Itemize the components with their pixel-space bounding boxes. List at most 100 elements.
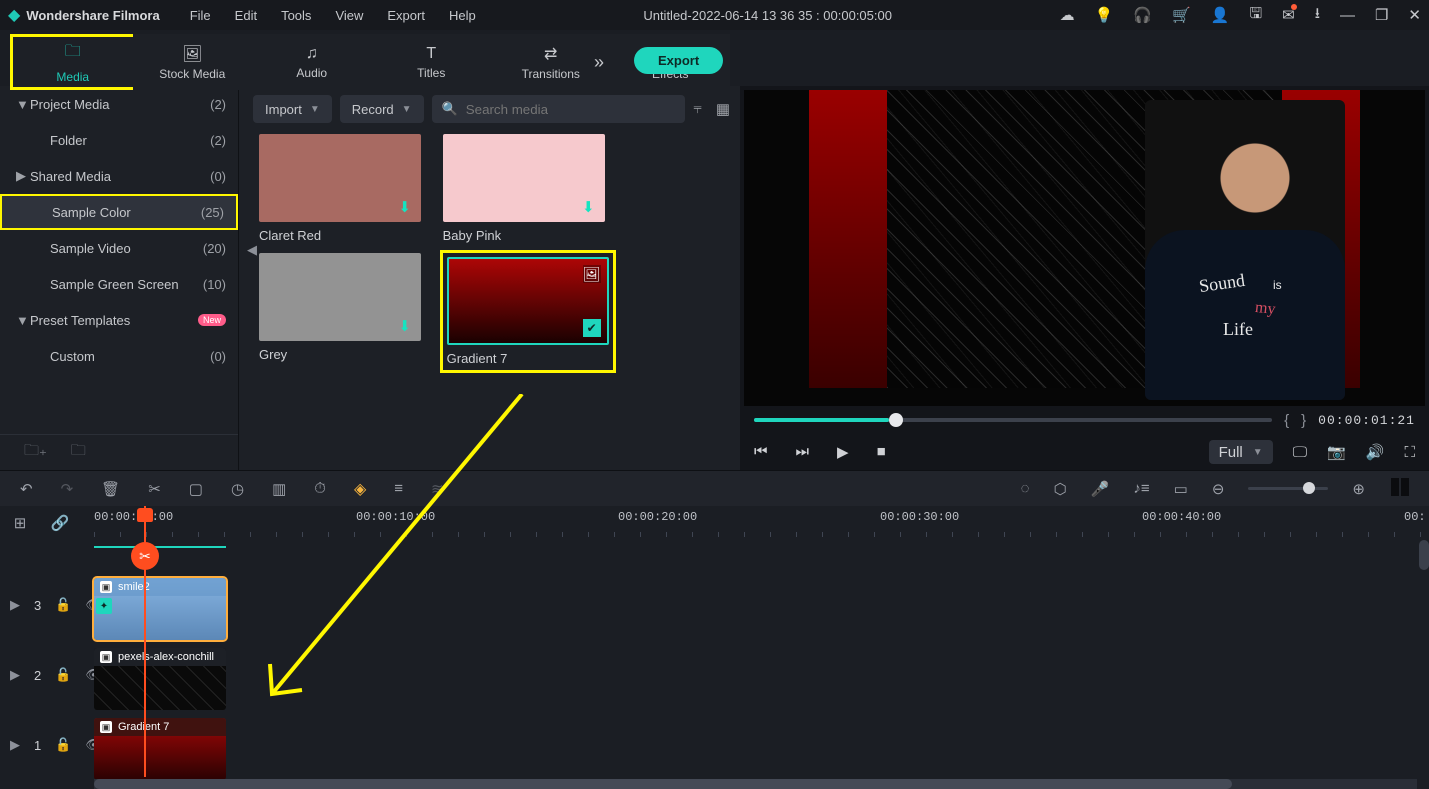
adjust-icon[interactable]: ≡ (394, 480, 403, 497)
mark-out-icon[interactable]: } (1301, 412, 1306, 429)
timeline-hscroll[interactable] (94, 779, 1417, 789)
export-button[interactable]: Export (634, 47, 723, 74)
download-icon[interactable]: ⬇ (398, 317, 411, 335)
volume-icon[interactable]: 🔊 (1366, 443, 1385, 461)
zoom-handle[interactable] (1303, 482, 1315, 494)
clip-gradient-7[interactable]: ▣ Gradient 7 (94, 718, 226, 780)
snap-icon[interactable]: ▭ (1174, 480, 1188, 498)
mark-in-icon[interactable]: { (1284, 412, 1289, 429)
lock-icon[interactable]: 🔓 (55, 737, 71, 753)
playhead[interactable]: ✂ (144, 506, 146, 777)
message-icon[interactable]: ✉ (1282, 6, 1295, 24)
audio-wave-icon[interactable]: ≋ (431, 480, 444, 498)
fullscreen-icon[interactable]: ⛶ (1404, 444, 1415, 461)
zoom-slider[interactable] (1248, 487, 1328, 490)
open-folder-icon[interactable]: 🗀 (71, 440, 86, 465)
fit-timeline-icon[interactable] (1389, 478, 1409, 500)
thumb-grey[interactable]: ⬇ Grey (259, 253, 421, 362)
split-icon[interactable]: ✂ (148, 480, 161, 498)
link-icon[interactable]: 🔗 (40, 514, 80, 532)
tree-folder[interactable]: Folder (2) (0, 122, 238, 158)
quality-label: Full (1219, 444, 1243, 461)
tab-stock-media[interactable]: 🖼 Stock Media (133, 34, 253, 90)
add-track-icon[interactable]: ⊞ (0, 514, 40, 532)
menu-edit[interactable]: Edit (235, 8, 257, 23)
window-maximize-icon[interactable]: ❐ (1375, 6, 1388, 24)
timeline-vscroll[interactable] (1419, 540, 1429, 570)
scrub-bar[interactable] (754, 418, 1272, 422)
tree-preset-templates[interactable]: ▼ Preset Templates New (0, 302, 238, 338)
grid-view-icon[interactable]: ▦ (716, 100, 730, 118)
thumb-claret-red[interactable]: ⬇ Claret Red (259, 134, 421, 243)
expand-icon[interactable]: » (594, 52, 604, 73)
search-media[interactable]: 🔍 (432, 95, 686, 123)
ruler-label: 00: (1404, 510, 1426, 524)
back-icon[interactable]: ◀ (247, 242, 257, 258)
stop-icon[interactable]: ■ (877, 443, 886, 461)
tree-custom[interactable]: Custom (0) (0, 338, 238, 374)
cloud-icon[interactable]: ☁ (1060, 6, 1075, 24)
tree-count: (0) (210, 169, 226, 184)
scrollbar-thumb[interactable] (94, 779, 1232, 789)
prev-frame-icon[interactable]: ⏮ (754, 443, 768, 461)
delete-icon[interactable]: 🗑 (101, 480, 120, 498)
download-icon[interactable]: ⭳ (1315, 3, 1320, 28)
zoom-in-icon[interactable]: ⊕ (1352, 480, 1365, 498)
preview-canvas[interactable]: Sound is my Life (744, 90, 1425, 406)
search-input[interactable] (466, 102, 676, 117)
tab-transitions[interactable]: ⇄ Transitions (491, 34, 611, 90)
window-minimize-icon[interactable]: — (1340, 7, 1355, 24)
duration-icon[interactable]: ⏱ (314, 480, 326, 497)
clip-smile2[interactable]: ▣ smile2 ✦ (94, 578, 226, 640)
voiceover-icon[interactable]: 🎤 (1091, 480, 1110, 498)
tree-project-media[interactable]: ▼ Project Media (2) (0, 86, 238, 122)
save-icon[interactable]: 🖫 (1249, 3, 1262, 28)
marker-icon[interactable]: ⬡ (1054, 480, 1067, 498)
time-ruler[interactable]: 00:00:00:00 00:00:10:00 00:00:20:00 00:0… (94, 512, 1429, 540)
new-folder-icon[interactable]: 🗀₊ (24, 440, 47, 465)
scrub-handle[interactable] (889, 413, 903, 427)
window-close-icon[interactable]: ✕ (1408, 6, 1421, 24)
zoom-out-icon[interactable]: ⊖ (1212, 480, 1225, 498)
tab-audio[interactable]: ♫ Audio (252, 34, 372, 90)
undo-icon[interactable]: ↶ (20, 480, 33, 498)
play-icon[interactable]: ▶ (837, 443, 849, 461)
lock-icon[interactable]: 🔓 (55, 597, 71, 613)
scissors-icon[interactable]: ✂ (131, 542, 159, 570)
bulb-icon[interactable]: 💡 (1095, 6, 1114, 24)
snapshot-icon[interactable]: 📷 (1327, 443, 1346, 461)
quality-select[interactable]: Full ▼ (1209, 440, 1273, 464)
support-icon[interactable]: 🎧 (1133, 6, 1152, 24)
menu-view[interactable]: View (335, 8, 363, 23)
tree-shared-media[interactable]: ▶ Shared Media (0) (0, 158, 238, 194)
tab-titles[interactable]: T Titles (372, 34, 492, 90)
download-icon[interactable]: ⬇ (582, 198, 595, 216)
clip-pexels[interactable]: ▣ pexels-alex-conchill (94, 648, 226, 710)
import-button[interactable]: Import ▼ (253, 95, 332, 123)
tree-sample-green-screen[interactable]: Sample Green Screen (10) (0, 266, 238, 302)
menu-help[interactable]: Help (449, 8, 476, 23)
user-icon[interactable]: 👤 (1211, 6, 1230, 24)
cart-icon[interactable]: 🛒 (1172, 6, 1191, 24)
menu-export[interactable]: Export (387, 8, 425, 23)
record-button[interactable]: Record ▼ (340, 95, 424, 123)
redo-icon[interactable]: ↷ (61, 480, 74, 498)
thumb-gradient-7[interactable]: 🖼 ✔ Gradient 7 (443, 253, 613, 370)
mixer-icon[interactable]: ♪≡ (1133, 480, 1149, 497)
filter-icon[interactable]: ⫧ (693, 100, 701, 118)
next-frame-icon[interactable]: ⏭ (796, 443, 810, 461)
tab-media[interactable]: 🗀 Media (10, 34, 133, 90)
lock-icon[interactable]: 🔓 (55, 667, 71, 683)
thumb-baby-pink[interactable]: ⬇ Baby Pink (443, 134, 605, 243)
detach-window-icon[interactable]: 🖵 (1293, 444, 1307, 461)
speed-icon[interactable]: ◷ (231, 480, 244, 498)
tree-sample-video[interactable]: Sample Video (20) (0, 230, 238, 266)
menu-tools[interactable]: Tools (281, 8, 311, 23)
crop-icon[interactable]: ▢ (189, 480, 203, 498)
tree-sample-color[interactable]: Sample Color (25) (0, 194, 238, 230)
render-icon[interactable]: ◌ (1021, 480, 1030, 497)
menu-file[interactable]: File (190, 8, 211, 23)
color-icon[interactable]: ▥ (272, 480, 286, 498)
keyframe-icon[interactable]: ◈ (354, 479, 366, 499)
download-icon[interactable]: ⬇ (398, 198, 411, 216)
